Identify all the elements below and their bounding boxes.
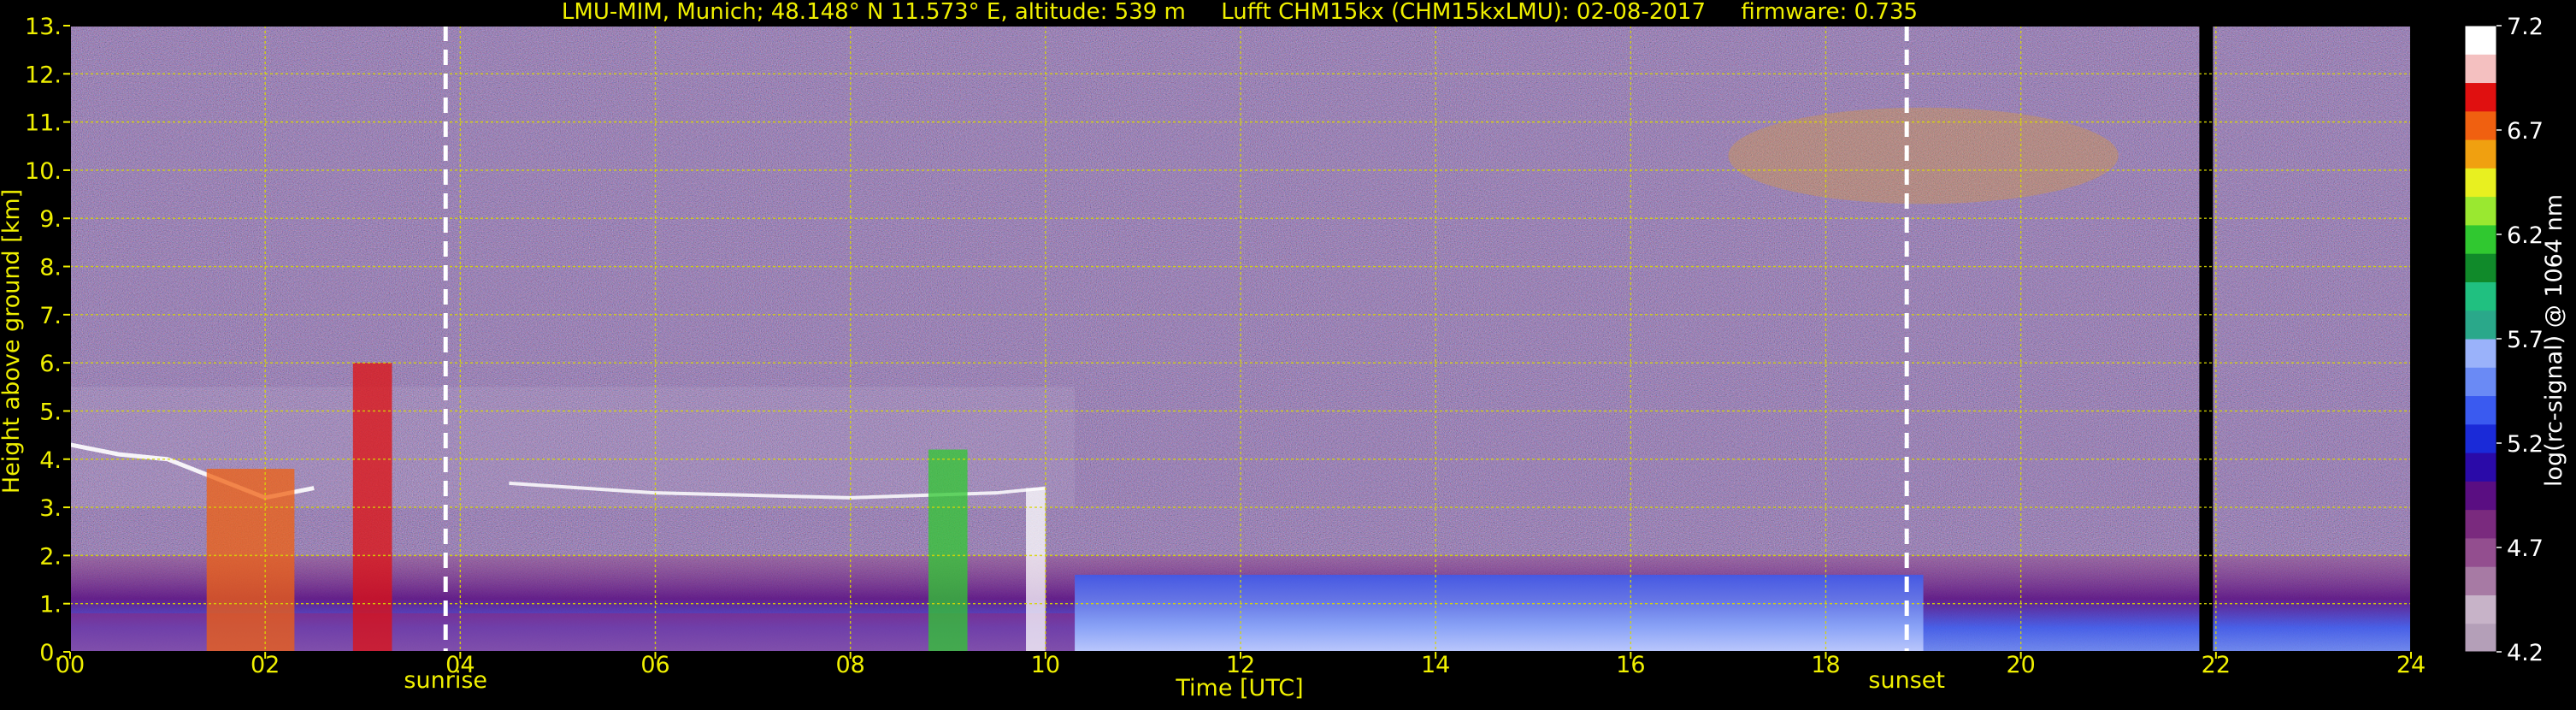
colorbar-segment [2465,224,2496,254]
y-tick-label: 0. [39,640,62,666]
colorbar: 4.2 4.7 5.2 5.7 6.2 6.7 7.2 [2464,14,2544,666]
y-tick-label: 11. [25,110,62,137]
colorbar-segment [2465,395,2496,425]
x-tick-label: 08 [835,652,864,678]
data-gap [2199,26,2213,652]
x-axis-label: Time [UTC] [1175,675,1303,701]
chart-svg: LMU-MIM, Munich; 48.148° N 11.573° E, al… [0,0,2567,701]
colorbar-segment [2465,168,2496,198]
signal-column-0 [206,469,295,652]
colorbar-segment [2465,139,2496,169]
x-tick-label: 10 [1031,652,1060,678]
colorbar-segment [2465,339,2496,368]
colorbar-segment [2465,82,2496,112]
colorbar-segment [2465,26,2496,55]
colorbar-tick-label: 6.7 [2507,118,2544,145]
colorbar-tick-label: 5.2 [2507,431,2544,458]
colorbar-segment [2465,509,2496,539]
sunset-label: sunset [1868,667,1945,694]
colorbar-label: log(rc-signal) @ 1064 nm [2541,194,2567,487]
colorbar-segment [2465,367,2496,397]
colorbar-segment [2465,423,2496,453]
colorbar-segment [2465,110,2496,140]
signal-column-3 [1026,488,1046,652]
x-tick-label: 06 [640,652,669,678]
colorbar-tick-label: 5.7 [2507,327,2544,353]
x-tick-label: 14 [1421,652,1450,678]
y-tick-label: 8. [39,255,62,281]
y-tick-label: 2. [39,543,62,570]
signal-column-2 [928,449,968,652]
colorbar-segment [2465,566,2496,595]
x-tick-label: 02 [251,652,280,678]
y-tick-label: 10. [25,158,62,185]
colorbar-segment [2465,310,2496,340]
colorbar-segment [2465,196,2496,226]
y-tick-label: 5. [39,399,62,425]
y-tick-label: 9. [39,206,62,233]
y-axis-label: Height above ground [km] [0,189,25,494]
colorbar-tick-label: 6.2 [2507,222,2544,249]
colorbar-segment [2465,537,2496,567]
y-tick-label: 12. [25,62,62,88]
colorbar-segment [2465,453,2496,482]
colorbar-segment [2465,623,2496,653]
chart-title: LMU-MIM, Munich; 48.148° N 11.573° E, al… [562,0,1918,25]
y-tick-label: 7. [39,303,62,329]
colorbar-segment [2465,54,2496,84]
y-tick-label: 6. [39,351,62,377]
colorbar-segment [2465,281,2496,311]
convective-layer [1075,574,1924,652]
colorbar-tick-label: 7.2 [2507,14,2544,40]
colorbar-segment [2465,481,2496,511]
x-tick-label: 20 [2006,652,2035,678]
y-tick-label: 13. [25,14,62,40]
y-tick-label: 4. [39,447,62,474]
colorbar-segment [2465,595,2496,624]
x-tick-label: 16 [1616,652,1645,678]
colorbar-segment [2465,253,2496,282]
x-tick-label: 04 [445,652,475,678]
colorbar-tick-label: 4.7 [2507,535,2544,562]
colorbar-tick-label: 4.2 [2507,640,2544,666]
x-tick-label: 18 [1811,652,1840,678]
x-tick-label: 24 [2396,652,2426,678]
ceilometer-figure: LMU-MIM, Munich; 48.148° N 11.573° E, al… [0,0,2576,707]
x-tick-label: 22 [2202,652,2231,678]
y-tick-label: 3. [39,495,62,522]
y-tick-label: 1. [39,592,62,618]
